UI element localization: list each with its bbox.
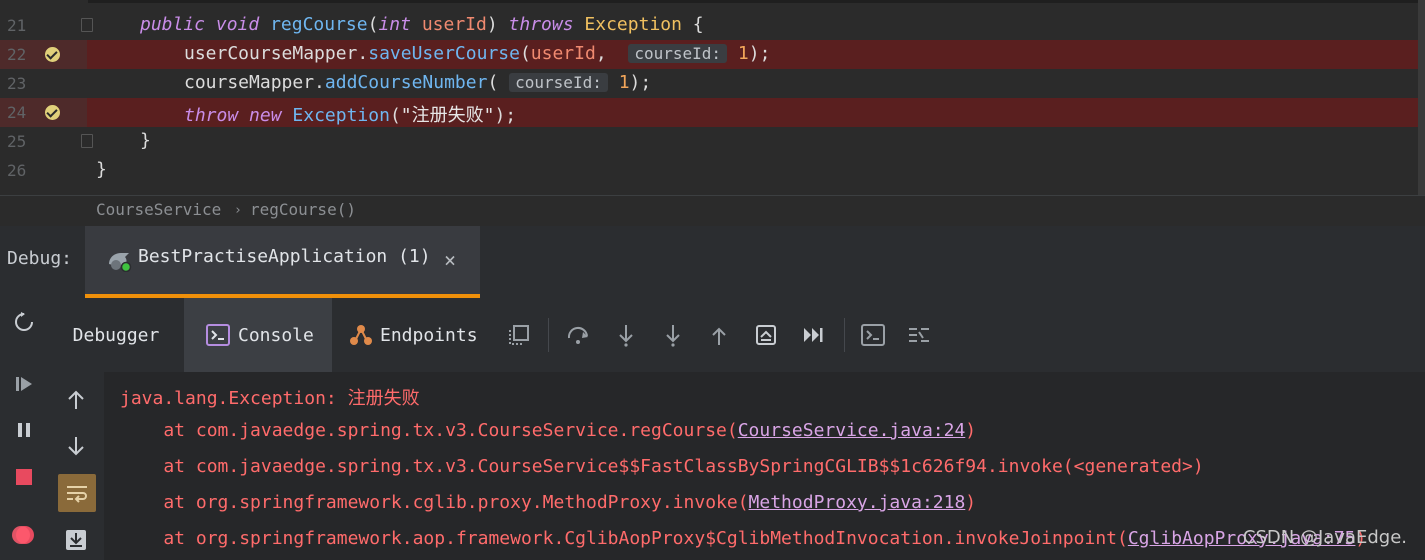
resume-icon[interactable] bbox=[10, 370, 38, 398]
pause-icon[interactable] bbox=[10, 416, 38, 444]
code-line-25[interactable]: 25 } bbox=[0, 127, 1418, 156]
code-text: } bbox=[96, 159, 107, 180]
watermark: CSDN @JavaEdge. bbox=[1242, 527, 1407, 548]
stop-icon[interactable] bbox=[10, 463, 38, 491]
console-line-stack: at org.springframework.cglib.proxy.Metho… bbox=[120, 492, 977, 513]
code-text: userCourseMapper.saveUserCourse(userId, … bbox=[184, 43, 771, 64]
line-number: 25 bbox=[7, 132, 27, 151]
scroll-to-end-icon[interactable] bbox=[62, 526, 90, 554]
view-breakpoints-icon[interactable] bbox=[10, 521, 38, 549]
breadcrumb: CourseService › regCourse() bbox=[0, 195, 1425, 226]
code-editor[interactable]: 21 public void regCourse(int userId) thr… bbox=[0, 0, 1425, 195]
code-text: } bbox=[140, 130, 151, 151]
code-line-23[interactable]: 23 courseMapper.addCourseNumber( courseI… bbox=[0, 69, 1418, 98]
evaluate-expression-icon[interactable] bbox=[860, 322, 886, 348]
line-number: 23 bbox=[7, 74, 27, 93]
console-line-stack: at com.javaedge.spring.tx.v3.CourseServi… bbox=[120, 456, 1204, 477]
debug-session-tab[interactable]: BestPractiseApplication (1) × bbox=[85, 226, 480, 298]
param-hint: courseId: bbox=[509, 73, 608, 92]
tab-debugger[interactable]: Debugger bbox=[48, 298, 184, 372]
code-line-21[interactable]: 21 public void regCourse(int userId) thr… bbox=[0, 11, 1418, 40]
tab-endpoints[interactable]: Endpoints bbox=[348, 298, 498, 372]
console-line-exception: java.lang.Exception: 注册失败 bbox=[120, 388, 420, 409]
step-over-icon[interactable] bbox=[566, 322, 592, 348]
step-into-icon[interactable] bbox=[613, 322, 639, 348]
code-text: courseMapper.addCourseNumber( courseId: … bbox=[184, 72, 652, 93]
editor-scrollbar[interactable] bbox=[1418, 0, 1425, 195]
console-actions bbox=[48, 372, 104, 560]
layout-settings-icon[interactable] bbox=[506, 322, 532, 348]
rerun-icon[interactable] bbox=[10, 308, 38, 336]
drop-frame-icon[interactable] bbox=[753, 322, 779, 348]
arrow-up-icon[interactable] bbox=[62, 386, 90, 414]
toolbar-separator bbox=[548, 318, 549, 352]
console-line-stack: at com.javaedge.spring.tx.v3.CourseServi… bbox=[120, 420, 977, 441]
code-line-22[interactable]: 22 userCourseMapper.saveUserCourse(userI… bbox=[0, 40, 1418, 69]
code-line-26[interactable]: 26 } bbox=[0, 156, 1418, 185]
breadcrumb-class[interactable]: CourseService bbox=[96, 200, 221, 219]
breadcrumb-method[interactable]: regCourse() bbox=[250, 200, 356, 219]
console-line-stack: at org.springframework.aop.framework.Cgl… bbox=[120, 528, 1367, 549]
stacktrace-link[interactable]: CourseService.java:24 bbox=[738, 420, 966, 441]
editor-top-shadow bbox=[88, 0, 1418, 3]
soft-wrap-icon[interactable] bbox=[58, 474, 96, 512]
force-step-into-icon[interactable] bbox=[660, 322, 686, 348]
debug-label: Debug: bbox=[7, 248, 73, 269]
breakpoint-check-icon[interactable] bbox=[45, 105, 60, 120]
fold-icon[interactable] bbox=[81, 18, 93, 32]
close-icon[interactable]: × bbox=[444, 248, 456, 272]
line-number: 24 bbox=[7, 103, 27, 122]
code-text: public void regCourse(int userId) throws… bbox=[140, 14, 704, 35]
fold-icon[interactable] bbox=[81, 134, 93, 148]
breadcrumb-separator: › bbox=[234, 203, 242, 218]
trace-settings-icon[interactable] bbox=[906, 322, 932, 348]
debug-action-strip bbox=[0, 298, 48, 560]
param-hint: courseId: bbox=[628, 44, 728, 63]
debugger-toolbar: Debugger Console Endpoints bbox=[48, 298, 1425, 372]
line-number: 21 bbox=[7, 16, 27, 35]
run-to-cursor-icon[interactable] bbox=[800, 322, 826, 348]
code-text: throw new Exception("注册失败"); bbox=[184, 105, 517, 126]
arrow-down-icon[interactable] bbox=[62, 432, 90, 460]
endpoints-icon bbox=[350, 325, 372, 345]
step-out-icon[interactable] bbox=[706, 322, 732, 348]
line-number: 26 bbox=[7, 161, 27, 180]
toolbar-separator bbox=[844, 318, 845, 352]
console-output[interactable]: java.lang.Exception: 注册失败 at com.javaedg… bbox=[104, 372, 1425, 560]
tab-console[interactable]: Console bbox=[184, 298, 332, 372]
code-line-24[interactable]: 24 throw new Exception("注册失败"); bbox=[0, 98, 1418, 127]
stacktrace-link[interactable]: MethodProxy.java:218 bbox=[749, 492, 966, 513]
debug-tool-window-header: Debug: BestPractiseApplication (1) × bbox=[0, 226, 1425, 299]
line-number: 22 bbox=[7, 45, 27, 64]
breakpoint-check-icon[interactable] bbox=[45, 47, 60, 62]
console-icon bbox=[206, 324, 230, 346]
spring-boot-app-icon bbox=[109, 253, 132, 272]
debug-session-title: BestPractiseApplication (1) bbox=[138, 246, 431, 267]
